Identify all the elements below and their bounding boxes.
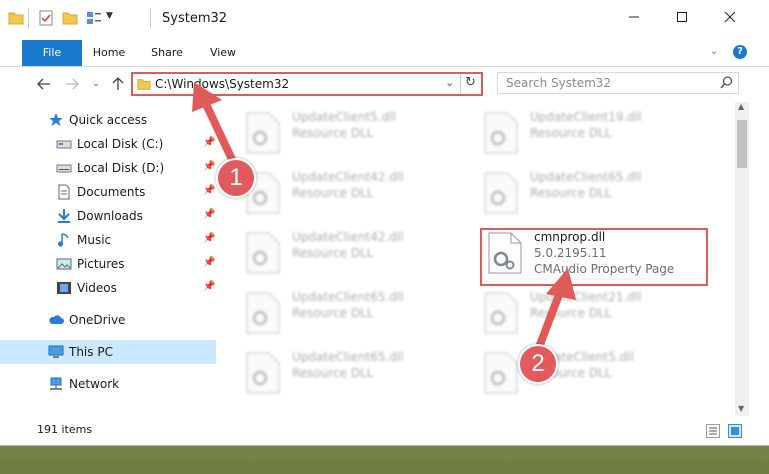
step-badge-1: 1 [216, 158, 256, 198]
annotation-arrows [192, 82, 576, 354]
arrow-1 [192, 82, 240, 172]
arrow-2 [534, 268, 576, 354]
step-badge-2: 2 [518, 344, 558, 384]
